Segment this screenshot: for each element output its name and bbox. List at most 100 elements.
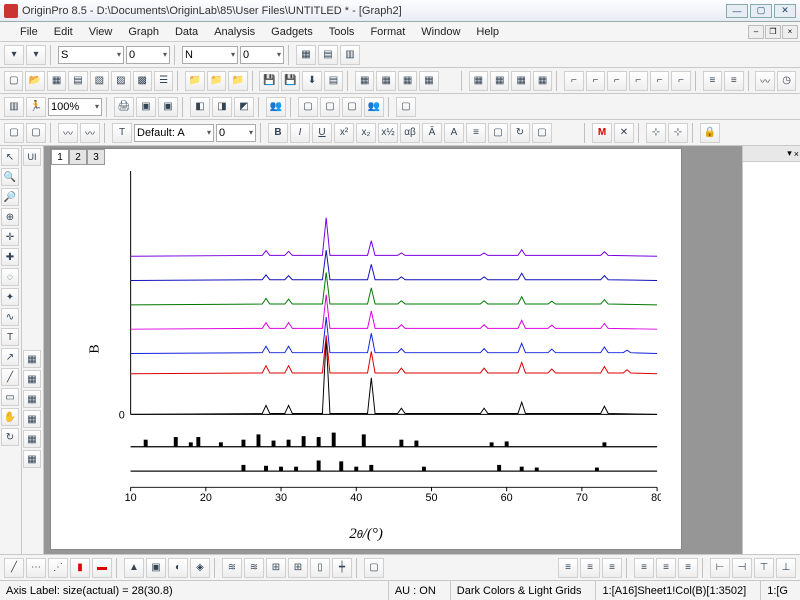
tool1-icon[interactable]: ▦ <box>355 71 374 91</box>
greek-icon[interactable]: αβ <box>400 123 420 143</box>
notes-icon[interactable]: ☰ <box>154 71 173 91</box>
layer-tab-2[interactable]: 2 <box>69 149 87 165</box>
hand-icon[interactable]: ✋ <box>1 408 19 426</box>
layout1-icon[interactable]: ▦ <box>469 71 488 91</box>
superscript-icon[interactable]: x² <box>334 123 354 143</box>
save-template-icon[interactable]: 💾 <box>281 71 300 91</box>
underline-button[interactable]: U <box>312 123 332 143</box>
zoom-in-icon[interactable]: 🔍 <box>1 168 19 186</box>
layer-tab-3[interactable]: 3 <box>87 149 105 165</box>
fill-pattern-combo[interactable]: N▾ <box>182 46 238 64</box>
menu-data[interactable]: Data <box>175 26 198 38</box>
arrange2-icon[interactable]: ≡ <box>580 558 600 578</box>
align-a3-icon[interactable]: ⊤ <box>754 558 774 578</box>
ruler1-icon[interactable]: 〰 <box>58 123 78 143</box>
lock1-icon[interactable]: ▢ <box>4 123 24 143</box>
menu-window[interactable]: Window <box>421 26 460 38</box>
arrange4-icon[interactable]: ≡ <box>634 558 654 578</box>
align-left-icon[interactable]: ≡ <box>466 123 486 143</box>
import-icon[interactable]: ⬇ <box>302 71 321 91</box>
preview1-icon[interactable]: ▣ <box>136 97 156 117</box>
plot-sp2-icon[interactable]: ≋ <box>244 558 264 578</box>
menu-tools[interactable]: Tools <box>329 26 355 38</box>
line-style-combo[interactable]: S▾ <box>58 46 124 64</box>
run-icon[interactable]: 🏃 <box>26 97 46 117</box>
menu-file[interactable]: File <box>20 26 38 38</box>
misc-icon[interactable]: ▢ <box>396 97 416 117</box>
snap2-icon[interactable]: ⊹ <box>668 123 688 143</box>
screen-reader-icon[interactable]: ✚ <box>1 248 19 266</box>
layer-tab-1[interactable]: 1 <box>51 149 69 165</box>
open-folder-icon[interactable]: 📁 <box>185 71 204 91</box>
antialias-icon[interactable]: 〰 <box>755 71 774 91</box>
menu-edit[interactable]: Edit <box>54 26 73 38</box>
menu-graph[interactable]: Graph <box>128 26 159 38</box>
minimize-button[interactable]: — <box>726 4 748 18</box>
plot-3d-icon[interactable]: ◈ <box>190 558 210 578</box>
ax2-icon[interactable]: ⌐ <box>586 71 605 91</box>
hl2-icon[interactable]: ▢ <box>320 97 340 117</box>
batch-icon[interactable]: ▤ <box>324 71 343 91</box>
plot-sp3-icon[interactable]: ⊞ <box>266 558 286 578</box>
bold-button[interactable]: B <box>268 123 288 143</box>
maximize-button[interactable]: ▢ <box>750 4 772 18</box>
clock-icon[interactable]: ◷ <box>777 71 796 91</box>
zoom-combo[interactable]: 100%▾ <box>48 98 102 116</box>
font-color-icon[interactable]: A <box>444 123 464 143</box>
snap1-icon[interactable]: ⊹ <box>646 123 666 143</box>
layout3-icon[interactable]: ▦ <box>511 71 530 91</box>
edit3-icon[interactable]: ◩ <box>234 97 254 117</box>
align-a2-icon[interactable]: ⊣ <box>732 558 752 578</box>
plot-column-icon[interactable]: ▮ <box>70 558 90 578</box>
pointer-icon[interactable]: ↖ <box>1 148 19 166</box>
tool2-icon[interactable]: ▦ <box>376 71 395 91</box>
plot-sp1-icon[interactable]: ≋ <box>222 558 242 578</box>
plot-line-icon[interactable]: ╱ <box>4 558 24 578</box>
ax1-icon[interactable]: ⌐ <box>564 71 583 91</box>
link-icon[interactable]: ▢ <box>532 123 552 143</box>
plot-pie-icon[interactable]: ◐ <box>168 558 188 578</box>
tpl3-icon[interactable]: ▦ <box>23 390 41 408</box>
align2-icon[interactable]: ≡ <box>724 71 743 91</box>
font-size-combo[interactable]: 0▾ <box>216 124 256 142</box>
tpl6-icon[interactable]: ▦ <box>23 450 41 468</box>
text-tool-icon[interactable]: T <box>112 123 132 143</box>
menu-help[interactable]: Help <box>476 26 499 38</box>
region-icon[interactable]: ◌ <box>1 268 19 286</box>
edit1-icon[interactable]: ◧ <box>190 97 210 117</box>
highlight-icon[interactable]: ▢ <box>488 123 508 143</box>
lock2-icon[interactable]: ▢ <box>26 123 46 143</box>
group-icon[interactable]: 👥 <box>266 97 286 117</box>
menu-gadgets[interactable]: Gadgets <box>271 26 313 38</box>
plot-stock-icon[interactable]: ┿ <box>332 558 352 578</box>
hl3-icon[interactable]: ▢ <box>342 97 362 117</box>
arrange6-icon[interactable]: ≡ <box>678 558 698 578</box>
plot-linescatter-icon[interactable]: ⋰ <box>48 558 68 578</box>
y-axis-label[interactable]: B <box>88 344 104 353</box>
x-axis-label[interactable]: 2θ/(°) <box>51 526 681 543</box>
arrow-icon[interactable]: ↗ <box>1 348 19 366</box>
tool3-icon[interactable]: ▦ <box>398 71 417 91</box>
ax5-icon[interactable]: ⌐ <box>650 71 669 91</box>
mdi-minimize[interactable]: – <box>748 25 764 39</box>
print-icon[interactable]: 🖨 <box>114 97 134 117</box>
new-project-icon[interactable]: ▢ <box>4 71 23 91</box>
ax4-icon[interactable]: ⌐ <box>629 71 648 91</box>
pin-icon[interactable]: ▾ <box>787 148 792 159</box>
fill-pattern-val-combo[interactable]: 0▾ <box>240 46 284 64</box>
excel-icon[interactable]: ▤ <box>68 71 87 91</box>
plot-stack-icon[interactable]: ▣ <box>146 558 166 578</box>
ax6-icon[interactable]: ⌐ <box>671 71 690 91</box>
grid-icon[interactable]: ▦ <box>296 45 316 65</box>
tpl4-icon[interactable]: ▦ <box>23 410 41 428</box>
align-a4-icon[interactable]: ⊥ <box>776 558 796 578</box>
padlock-icon[interactable]: 🔒 <box>700 123 720 143</box>
rect-icon[interactable]: ▭ <box>1 388 19 406</box>
plot-bar-icon[interactable]: ▬ <box>92 558 112 578</box>
italic-button[interactable]: I <box>290 123 310 143</box>
open-icon[interactable]: 📂 <box>25 71 44 91</box>
ax3-icon[interactable]: ⌐ <box>607 71 626 91</box>
tool4-icon[interactable]: ▦ <box>419 71 438 91</box>
plot-sp4-icon[interactable]: ⊞ <box>288 558 308 578</box>
subscript-icon[interactable]: x₂ <box>356 123 376 143</box>
